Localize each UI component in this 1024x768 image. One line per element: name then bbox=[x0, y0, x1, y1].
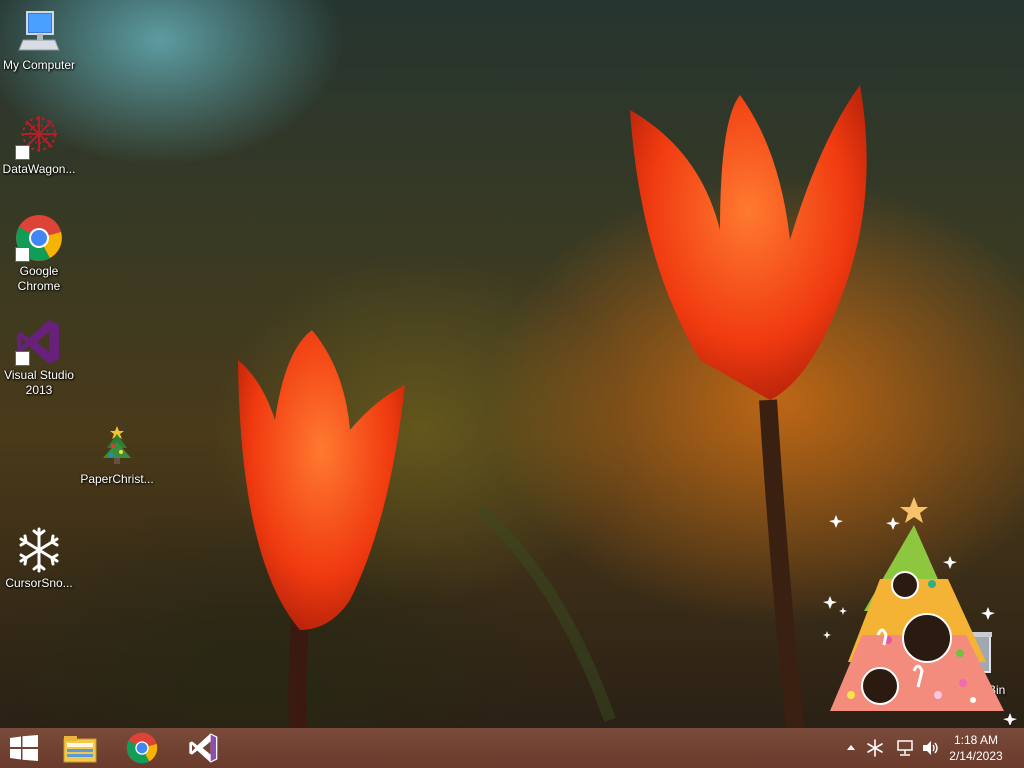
taskbar-file-explorer[interactable] bbox=[52, 728, 108, 768]
tray-volume[interactable] bbox=[920, 728, 942, 768]
volume-icon bbox=[923, 741, 938, 755]
desktop-icon-label: Visual Studio 2013 bbox=[4, 368, 74, 397]
desktop-icon-cursorsnow[interactable]: CursorSno... bbox=[0, 526, 79, 591]
taskbar-visual-studio[interactable] bbox=[176, 728, 232, 768]
desktop-icon-visual-studio[interactable]: Visual Studio 2013 bbox=[0, 318, 79, 398]
chrome-icon bbox=[126, 732, 158, 764]
tray-overflow-button[interactable] bbox=[842, 728, 860, 768]
paper-christmas-tree-widget[interactable] bbox=[818, 495, 1018, 725]
clock-date: 2/14/2023 bbox=[949, 749, 1003, 763]
desktop-icon-label: PaperChrist... bbox=[80, 472, 154, 486]
clock-time: 1:18 AM bbox=[953, 733, 999, 747]
desktop-icon-my-computer[interactable]: My Computer bbox=[0, 8, 79, 73]
shortcut-arrow-icon bbox=[15, 145, 30, 160]
chevron-up-icon bbox=[847, 745, 855, 750]
visual-studio-icon bbox=[189, 733, 218, 763]
visual-studio-icon bbox=[15, 318, 63, 366]
snowflake-red-icon bbox=[15, 112, 63, 160]
desktop-background[interactable]: My Computer DataWagon... Google Chrome V… bbox=[0, 0, 1024, 728]
network-icon bbox=[897, 740, 913, 756]
file-explorer-icon bbox=[63, 736, 97, 763]
taskbar-chrome[interactable] bbox=[114, 728, 170, 768]
desktop-icon-label: DataWagon... bbox=[2, 162, 76, 176]
snowflake-tray-icon bbox=[867, 739, 883, 757]
tree-star bbox=[900, 497, 928, 523]
desktop-icon-label: Google Chrome bbox=[17, 264, 61, 293]
windows-start-icon bbox=[10, 735, 38, 761]
shortcut-arrow-icon bbox=[15, 351, 30, 366]
computer-icon bbox=[15, 8, 63, 56]
taskbar-clock[interactable]: 1:18 AM 2/14/2023 bbox=[944, 732, 1008, 764]
desktop-icon-datawagon[interactable]: DataWagon... bbox=[0, 112, 79, 177]
desktop-icon-google-chrome[interactable]: Google Chrome bbox=[0, 214, 79, 294]
christmas-tree-icon bbox=[93, 422, 141, 470]
desktop-icon-label: CursorSno... bbox=[5, 576, 73, 590]
desktop-icon-paperchristmas[interactable]: PaperChrist... bbox=[77, 422, 157, 487]
tray-network[interactable] bbox=[894, 728, 916, 768]
start-button[interactable] bbox=[0, 728, 48, 768]
desktop-icon-label: My Computer bbox=[2, 58, 76, 72]
chrome-icon bbox=[15, 214, 63, 262]
taskbar: 1:18 AM 2/14/2023 bbox=[0, 728, 1024, 768]
shortcut-arrow-icon bbox=[15, 247, 30, 262]
tray-snowflake[interactable] bbox=[864, 728, 886, 768]
snowflake-white-icon bbox=[15, 526, 63, 574]
